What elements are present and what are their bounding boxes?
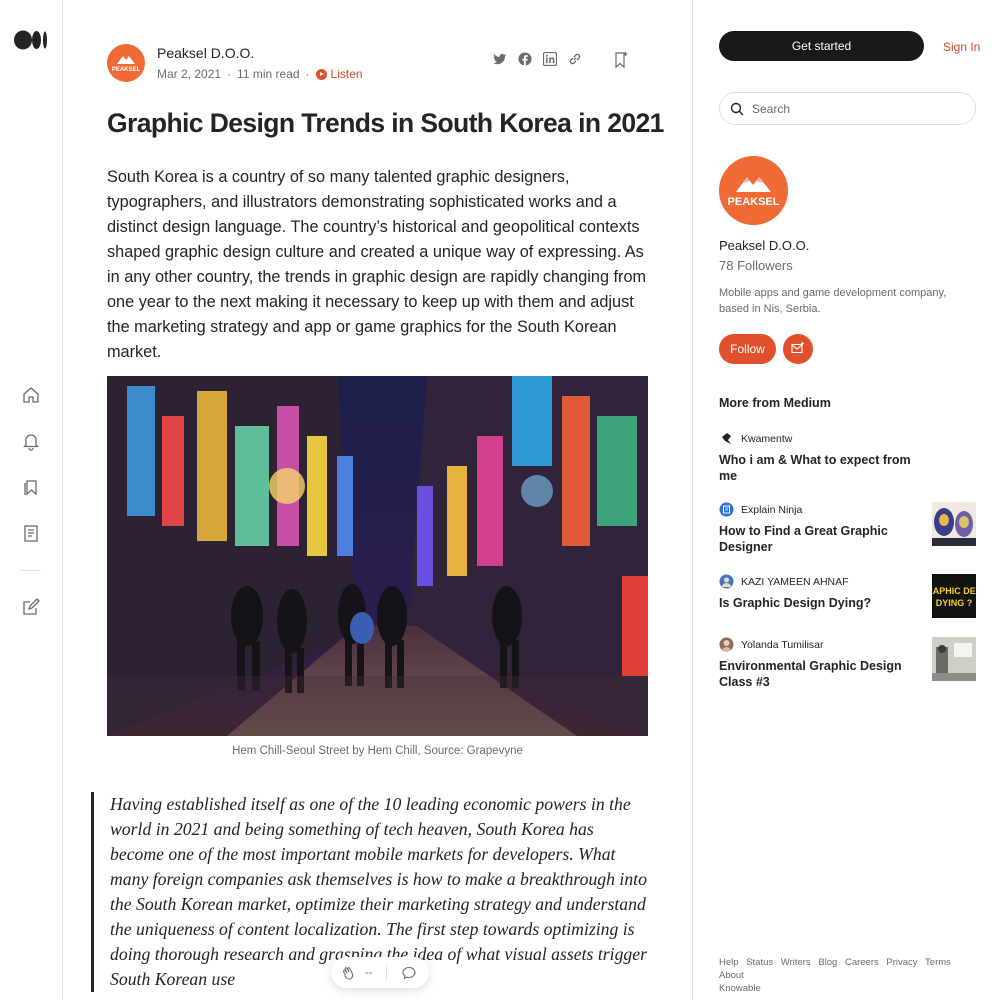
footer-link-knowable[interactable]: Knowable bbox=[719, 983, 761, 994]
seoul-street-photo bbox=[107, 376, 648, 736]
publisher-followers[interactable]: 78 Followers bbox=[719, 258, 793, 273]
svg-text:RAPHIC DES: RAPHIC DES bbox=[932, 586, 976, 596]
recommendation-item[interactable]: Explain Ninja How to Find a Great Graphi… bbox=[719, 502, 977, 554]
more-from-medium-heading: More from Medium bbox=[719, 396, 831, 410]
recommendation-item[interactable]: Yolanda Tumilisar Environmental Graphic … bbox=[719, 637, 977, 689]
publisher-name[interactable]: Peaksel D.O.O. bbox=[719, 238, 809, 253]
rec-author[interactable]: KAZI YAMEEN AHNAF bbox=[719, 574, 849, 589]
footer-link-terms[interactable]: Terms bbox=[925, 957, 951, 968]
recommendation-item[interactable]: Kwamentw Who i am & What to expect from … bbox=[719, 431, 977, 483]
rec-thumbnail-image bbox=[932, 637, 976, 681]
rec-author[interactable]: Explain Ninja bbox=[719, 502, 802, 517]
linkedin-icon[interactable] bbox=[542, 51, 558, 67]
author-avatar-icon bbox=[719, 574, 734, 589]
write-icon[interactable] bbox=[21, 597, 41, 617]
listen-button[interactable]: Listen bbox=[315, 67, 363, 81]
article-hero-image bbox=[107, 376, 648, 736]
rec-thumbnail[interactable] bbox=[932, 637, 976, 681]
footer-link-careers[interactable]: Careers bbox=[845, 957, 879, 968]
twitter-icon[interactable] bbox=[493, 52, 507, 66]
rec-title[interactable]: Environmental Graphic Design Class #3 bbox=[719, 659, 919, 690]
svg-text:PEAKSEL: PEAKSEL bbox=[728, 196, 780, 208]
copy-link-icon[interactable] bbox=[568, 52, 582, 66]
publish-date: Mar 2, 2021 bbox=[157, 67, 222, 81]
footer-link-blog[interactable]: Blog bbox=[818, 957, 837, 968]
right-sidebar: Get started Sign In PEAKSEL Peaksel D.O.… bbox=[692, 0, 1000, 1000]
rec-thumbnail[interactable] bbox=[932, 502, 976, 546]
search-icon bbox=[730, 102, 744, 115]
stories-icon[interactable] bbox=[21, 523, 41, 543]
bookmark-add-icon[interactable] bbox=[613, 51, 629, 69]
author-avatar-icon bbox=[719, 431, 734, 446]
get-started-button[interactable]: Get started bbox=[719, 31, 924, 61]
footer-link-about[interactable]: About bbox=[719, 970, 744, 981]
read-time: 11 min read bbox=[237, 67, 300, 81]
rec-author-name: Explain Ninja bbox=[741, 503, 803, 516]
sign-in-link[interactable]: Sign In bbox=[943, 40, 980, 54]
rec-author[interactable]: Kwamentw bbox=[719, 431, 792, 446]
rec-author-name: Kwamentw bbox=[741, 432, 793, 445]
clap-icon[interactable] bbox=[341, 965, 357, 981]
rec-thumbnail[interactable]: RAPHIC DES DYING ? bbox=[932, 574, 976, 618]
author-avatar[interactable]: PEAKSEL bbox=[107, 44, 145, 82]
article-column: PEAKSEL Peaksel D.O.O. Mar 2, 2021 · 11 … bbox=[63, 0, 692, 1000]
article-lead-paragraph: South Korea is a country of so many tale… bbox=[107, 168, 647, 361]
rec-thumbnail-image bbox=[932, 502, 976, 546]
notifications-icon[interactable] bbox=[21, 431, 41, 451]
author-avatar-icon bbox=[719, 502, 734, 517]
svg-text:DYING ?: DYING ? bbox=[936, 598, 973, 608]
share-icons bbox=[493, 51, 582, 67]
rec-title[interactable]: Is Graphic Design Dying? bbox=[719, 596, 919, 612]
article-title: Graphic Design Trends in South Korea in … bbox=[107, 108, 664, 138]
footer-link-status[interactable]: Status bbox=[746, 957, 773, 968]
facebook-icon[interactable] bbox=[518, 52, 532, 66]
publisher-description: Mobile apps and game development company… bbox=[719, 287, 947, 315]
clap-count: -- bbox=[365, 966, 373, 979]
rec-thumbnail-image: RAPHIC DES DYING ? bbox=[932, 574, 976, 618]
home-icon[interactable] bbox=[21, 385, 41, 405]
footer-link-writers[interactable]: Writers bbox=[781, 957, 811, 968]
search-box[interactable] bbox=[719, 92, 976, 125]
follow-button[interactable]: Follow bbox=[719, 334, 776, 364]
action-bar-divider bbox=[386, 965, 388, 980]
subscribe-email-button[interactable] bbox=[783, 334, 813, 364]
author-row: PEAKSEL Peaksel D.O.O. Mar 2, 2021 · 11 … bbox=[107, 44, 637, 84]
publisher-avatar[interactable]: PEAKSEL bbox=[719, 156, 788, 225]
play-icon bbox=[315, 68, 327, 80]
author-avatar-icon bbox=[719, 637, 734, 652]
search-input[interactable] bbox=[752, 101, 952, 116]
image-caption: Hem Chill-Seoul Street by Hem Chill, Sou… bbox=[232, 745, 523, 757]
mail-plus-icon bbox=[791, 341, 804, 353]
rec-author-name: Yolanda Tumilisar bbox=[741, 638, 824, 651]
rail-divider bbox=[21, 570, 41, 571]
peaksel-logo-icon: PEAKSEL bbox=[728, 177, 780, 208]
peaksel-logo-icon: PEAKSEL bbox=[112, 56, 141, 73]
floating-action-bar: -- bbox=[331, 957, 429, 988]
recommendation-item[interactable]: KAZI YAMEEN AHNAF Is Graphic Design Dyin… bbox=[719, 574, 977, 618]
rec-title[interactable]: How to Find a Great Graphic Designer bbox=[719, 524, 919, 555]
rec-title[interactable]: Who i am & What to expect from me bbox=[719, 453, 919, 484]
meta-separator: · bbox=[227, 67, 232, 81]
left-nav-rail bbox=[0, 0, 63, 1000]
lists-icon[interactable] bbox=[21, 477, 41, 497]
rec-author[interactable]: Yolanda Tumilisar bbox=[719, 637, 824, 652]
meta-separator: · bbox=[305, 67, 310, 81]
author-name[interactable]: Peaksel D.O.O. bbox=[157, 45, 254, 61]
footer-link-privacy[interactable]: Privacy bbox=[886, 957, 917, 968]
listen-label: Listen bbox=[330, 67, 363, 81]
footer-link-help[interactable]: Help bbox=[719, 957, 739, 968]
medium-logo[interactable] bbox=[14, 30, 48, 50]
article-meta: Mar 2, 2021 · 11 min read · Listen bbox=[157, 67, 363, 81]
svg-text:PEAKSEL: PEAKSEL bbox=[112, 67, 141, 73]
comment-icon[interactable] bbox=[401, 965, 417, 981]
rec-author-name: KAZI YAMEEN AHNAF bbox=[741, 575, 849, 588]
sidebar-footer-links: Help Status Writers Blog Careers Privacy… bbox=[719, 956, 959, 995]
